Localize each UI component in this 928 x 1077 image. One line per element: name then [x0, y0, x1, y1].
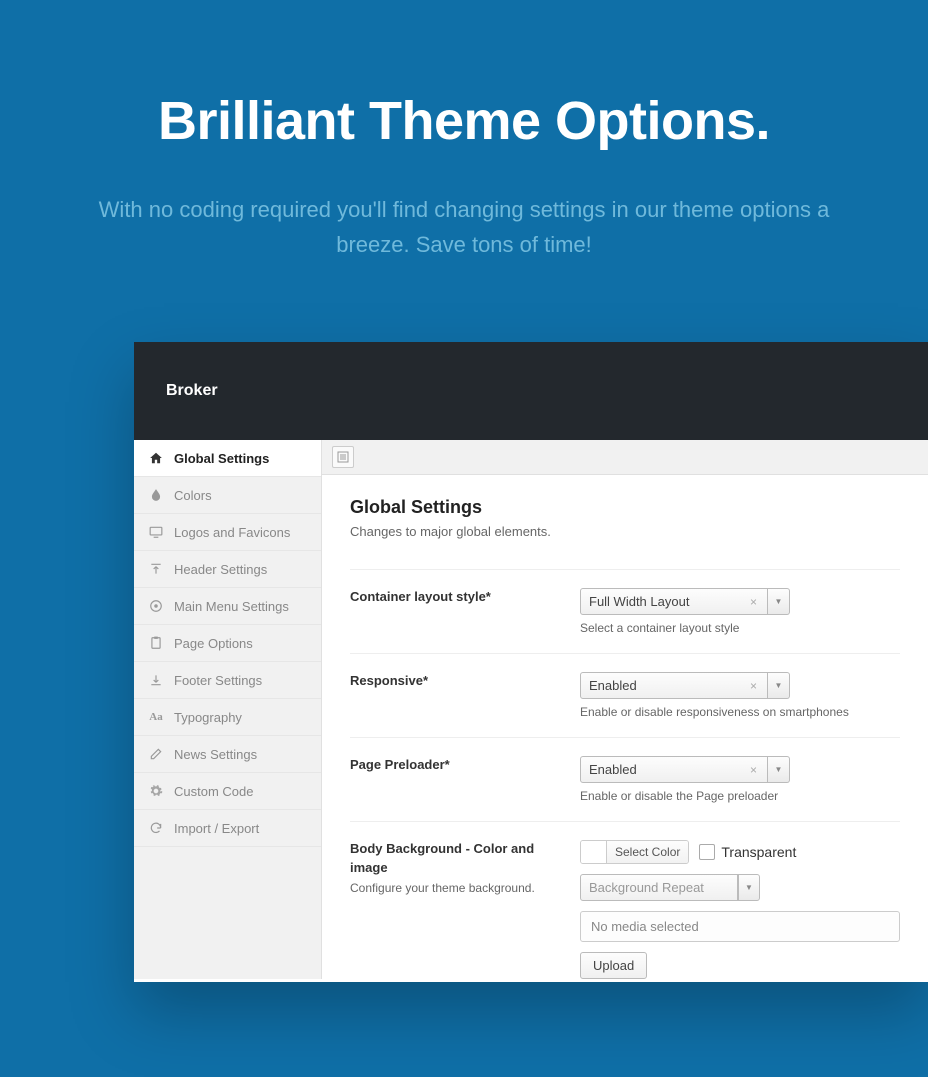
options-panel: Broker Global Settings Colors Logos and Fa… [134, 342, 928, 982]
select-value: Enabled [589, 678, 637, 693]
transparent-checkbox[interactable]: Transparent [699, 844, 796, 860]
hero-title: Brilliant Theme Options. [60, 90, 868, 152]
section-description: Changes to major global elements. [350, 524, 900, 539]
sidebar-item-label: News Settings [174, 747, 257, 762]
sidebar-item-import-export[interactable]: Import / Export [134, 810, 321, 847]
main-area: Global Settings Changes to major global … [322, 440, 928, 979]
field-body-background: Body Background - Color and image Config… [350, 821, 900, 979]
panel-brand: Broker [166, 382, 218, 399]
background-repeat-select[interactable]: Background Repeat ▼ [580, 874, 760, 901]
sidebar-item-custom-code[interactable]: Custom Code [134, 773, 321, 810]
sidebar-item-main-menu-settings[interactable]: Main Menu Settings [134, 588, 321, 625]
edit-icon [148, 746, 164, 762]
select-placeholder: Background Repeat [589, 880, 704, 895]
clear-icon[interactable]: × [748, 679, 759, 693]
cog-icon [148, 783, 164, 799]
aa-icon: Aa [148, 709, 164, 725]
sidebar: Global Settings Colors Logos and Favicons H… [134, 440, 322, 979]
color-swatch [581, 841, 607, 863]
hero-section: Brilliant Theme Options. With no coding … [0, 0, 928, 322]
pointer-down-icon [148, 672, 164, 688]
toolbar [322, 440, 928, 475]
upload-button[interactable]: Upload [580, 952, 647, 979]
select-color-button[interactable]: Select Color [580, 840, 689, 864]
sidebar-item-typography[interactable]: Aa Typography [134, 699, 321, 736]
field-help: Enable or disable the Page preloader [580, 789, 900, 803]
sidebar-item-label: Typography [174, 710, 242, 725]
clear-icon[interactable]: × [748, 595, 759, 609]
clear-icon[interactable]: × [748, 763, 759, 777]
field-help: Select a container layout style [580, 621, 900, 635]
chevron-down-icon[interactable]: ▼ [768, 756, 790, 783]
field-sublabel: Configure your theme background. [350, 881, 560, 895]
chevron-down-icon[interactable]: ▼ [768, 588, 790, 615]
sidebar-item-label: Global Settings [174, 451, 269, 466]
container-layout-select[interactable]: Full Width Layout × ▼ [580, 588, 790, 615]
panel-header: Broker [134, 342, 928, 440]
sidebar-item-page-options[interactable]: Page Options [134, 625, 321, 662]
clipboard-icon [148, 635, 164, 651]
sidebar-item-news-settings[interactable]: News Settings [134, 736, 321, 773]
field-preloader: Page Preloader* Enabled × ▼ Enable or di… [350, 737, 900, 821]
sidebar-item-label: Custom Code [174, 784, 253, 799]
field-label: Body Background - Color and image [350, 840, 560, 876]
responsive-select[interactable]: Enabled × ▼ [580, 672, 790, 699]
pointer-up-icon [148, 561, 164, 577]
field-help: Enable or disable responsiveness on smar… [580, 705, 900, 719]
refresh-icon [148, 820, 164, 836]
checkbox-label: Transparent [721, 844, 796, 860]
field-label: Page Preloader* [350, 756, 560, 774]
field-responsive: Responsive* Enabled × ▼ Enable or disabl… [350, 653, 900, 737]
chevron-down-icon[interactable]: ▼ [768, 672, 790, 699]
content: Global Settings Changes to major global … [322, 475, 928, 979]
home-icon [148, 450, 164, 466]
monitor-icon [148, 524, 164, 540]
sidebar-item-logos-and-favicons[interactable]: Logos and Favicons [134, 514, 321, 551]
gear-circle-icon [148, 598, 164, 614]
sidebar-item-footer-settings[interactable]: Footer Settings [134, 662, 321, 699]
sidebar-item-label: Main Menu Settings [174, 599, 289, 614]
field-label: Responsive* [350, 672, 560, 690]
select-value: Enabled [589, 762, 637, 777]
preloader-select[interactable]: Enabled × ▼ [580, 756, 790, 783]
media-status: No media selected [580, 911, 900, 942]
sidebar-item-label: Colors [174, 488, 212, 503]
sidebar-item-label: Logos and Favicons [174, 525, 290, 540]
color-button-label: Select Color [607, 841, 688, 863]
expand-all-button[interactable] [332, 446, 354, 468]
sidebar-item-label: Import / Export [174, 821, 259, 836]
sidebar-item-header-settings[interactable]: Header Settings [134, 551, 321, 588]
field-label: Container layout style* [350, 588, 560, 606]
field-container-layout: Container layout style* Full Width Layou… [350, 569, 900, 653]
section-title: Global Settings [350, 497, 900, 518]
drop-icon [148, 487, 164, 503]
checkbox-box [699, 844, 715, 860]
chevron-down-icon[interactable]: ▼ [738, 874, 760, 901]
sidebar-item-colors[interactable]: Colors [134, 477, 321, 514]
sidebar-item-global-settings[interactable]: Global Settings [134, 440, 321, 477]
sidebar-item-label: Header Settings [174, 562, 267, 577]
hero-subtitle: With no coding required you'll find chan… [74, 192, 854, 262]
sidebar-item-label: Page Options [174, 636, 253, 651]
select-value: Full Width Layout [589, 594, 689, 609]
sidebar-item-label: Footer Settings [174, 673, 262, 688]
